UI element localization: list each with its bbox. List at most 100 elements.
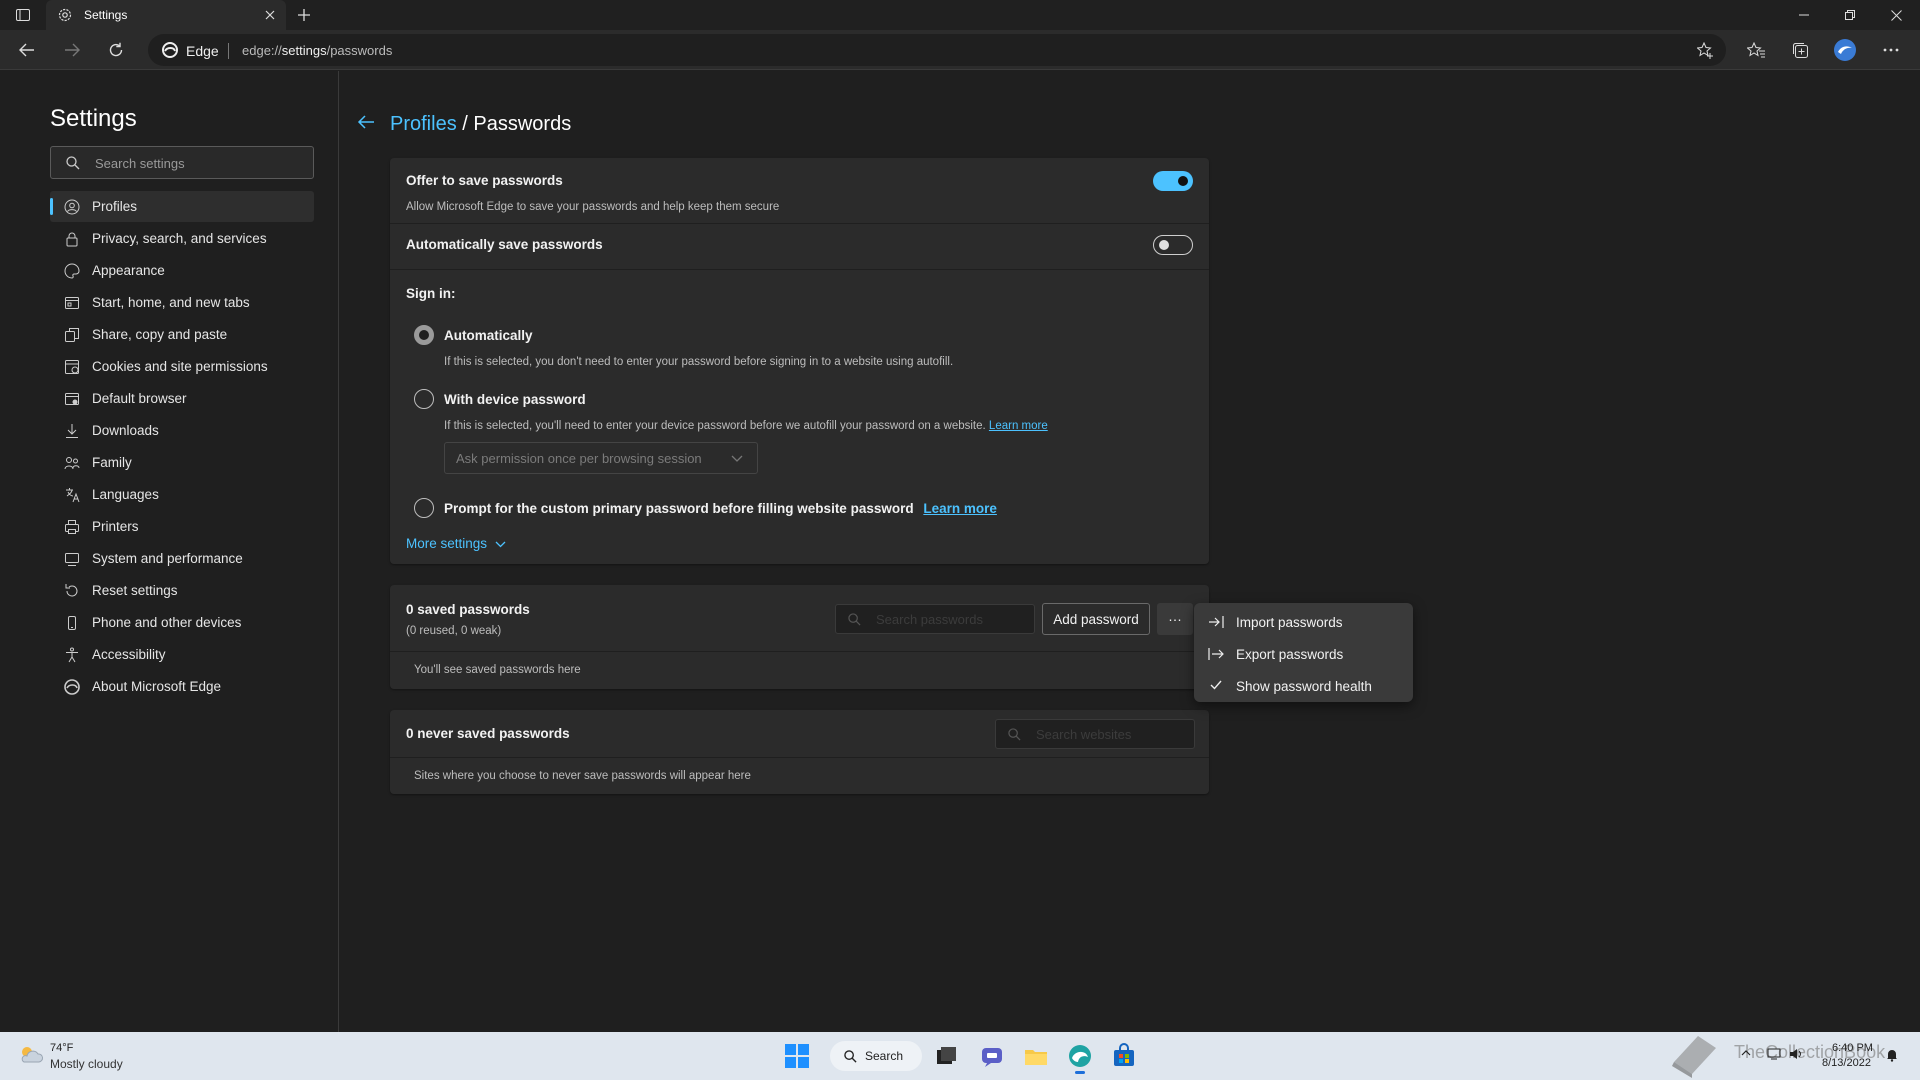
start-button[interactable] xyxy=(784,1043,810,1069)
sidebar-item-system-and-performance[interactable]: System and performance xyxy=(50,543,314,574)
avatar-icon xyxy=(1834,39,1856,61)
sidebar-item-label: Default browser xyxy=(92,391,187,406)
system-icon xyxy=(64,551,80,567)
device-password-dropdown[interactable]: Ask permission once per browsing session xyxy=(444,442,758,474)
menu-item-import-passwords[interactable]: Import passwords xyxy=(1194,607,1413,637)
saved-passwords-title: 0 saved passwords xyxy=(406,602,530,617)
minimize-button[interactable] xyxy=(1792,8,1816,22)
breadcrumb-profiles-link[interactable]: Profiles xyxy=(390,113,457,135)
custom-learn-more-link[interactable]: Learn more xyxy=(923,501,997,516)
favorites-button[interactable] xyxy=(1745,40,1767,60)
search-icon xyxy=(844,1050,857,1063)
tab-settings[interactable]: Settings xyxy=(46,0,286,30)
close-tab-icon[interactable] xyxy=(264,9,276,21)
breadcrumb-separator: / xyxy=(462,113,468,135)
search-websites-input[interactable]: Search websites xyxy=(995,719,1195,749)
menu-item-label: Export passwords xyxy=(1236,647,1344,662)
share-icon xyxy=(64,327,80,343)
close-window-button[interactable] xyxy=(1884,8,1908,22)
restore-button[interactable] xyxy=(1838,8,1862,22)
search-settings-input[interactable]: Search settings xyxy=(50,146,314,179)
sidebar-item-label: Printers xyxy=(92,519,139,534)
sidebar-item-appearance[interactable]: Appearance xyxy=(50,255,314,286)
sidebar-item-printers[interactable]: Printers xyxy=(50,511,314,542)
auto-save-toggle[interactable] xyxy=(1153,235,1193,255)
task-view-button[interactable] xyxy=(933,1043,959,1069)
home-tabs-icon xyxy=(64,295,80,311)
new-tab-button[interactable] xyxy=(296,7,312,23)
never-saved-empty-text: Sites where you choose to never save pas… xyxy=(414,770,751,782)
menu-item-label: Import passwords xyxy=(1236,615,1343,630)
teams-chat-button[interactable] xyxy=(979,1043,1005,1069)
sidebar-item-accessibility[interactable]: Accessibility xyxy=(50,639,314,670)
menu-item-show-password-health[interactable]: Show password health xyxy=(1194,671,1413,701)
settings-more-button[interactable] xyxy=(1880,40,1902,60)
sidebar-item-start-home-and-new-tabs[interactable]: Start, home, and new tabs xyxy=(50,287,314,318)
more-icon xyxy=(1883,48,1899,52)
search-settings-placeholder: Search settings xyxy=(95,156,185,171)
back-to-profiles-button[interactable] xyxy=(357,114,375,130)
sidebar-item-cookies-and-site-permissions[interactable]: Cookies and site permissions xyxy=(50,351,314,382)
browser-icon xyxy=(64,391,80,407)
saved-passwords-subtitle: (0 reused, 0 weak) xyxy=(406,625,502,637)
import-icon xyxy=(1208,615,1224,629)
search-passwords-input[interactable]: Search passwords xyxy=(835,604,1035,634)
menu-item-export-passwords[interactable]: Export passwords xyxy=(1194,639,1413,669)
sidebar-item-profiles[interactable]: Profiles xyxy=(50,191,314,222)
sidebar-title: Settings xyxy=(50,105,137,132)
restore-icon xyxy=(1845,10,1855,20)
sidebar-item-label: Accessibility xyxy=(92,647,166,662)
sidebar-item-family[interactable]: Family xyxy=(50,447,314,478)
custom-primary-password-title: Prompt for the custom primary password b… xyxy=(444,501,997,516)
sidebar-item-downloads[interactable]: Downloads xyxy=(50,415,314,446)
network-icon[interactable] xyxy=(1767,1048,1781,1060)
sidebar-item-languages[interactable]: Languages xyxy=(50,479,314,510)
radio-device-password[interactable] xyxy=(414,389,434,409)
tab-actions-button[interactable] xyxy=(12,6,34,24)
sidebar-item-share-copy-and-paste[interactable]: Share, copy and paste xyxy=(50,319,314,350)
sidebar-item-phone-and-other-devices[interactable]: Phone and other devices xyxy=(50,607,314,638)
windows-logo-icon xyxy=(785,1044,809,1068)
sidebar-item-reset-settings[interactable]: Reset settings xyxy=(50,575,314,606)
sidebar-item-privacy-search-and-services[interactable]: Privacy, search, and services xyxy=(50,223,314,254)
add-favorite-icon[interactable] xyxy=(1696,41,1714,59)
store-icon xyxy=(1114,1043,1134,1066)
passwords-context-menu: Import passwords Export passwords Show p… xyxy=(1194,603,1413,702)
offer-to-save-toggle[interactable] xyxy=(1153,171,1193,191)
automatically-title: Automatically xyxy=(444,328,533,343)
volume-icon[interactable] xyxy=(1789,1048,1803,1060)
url-path: /passwords xyxy=(326,43,393,58)
more-settings-link[interactable]: More settings xyxy=(406,536,506,551)
add-password-button[interactable]: Add password xyxy=(1042,603,1150,635)
collections-button[interactable] xyxy=(1789,40,1811,60)
sidebar-item-default-browser[interactable]: Default browser xyxy=(50,383,314,414)
forward-button[interactable] xyxy=(61,40,83,60)
offer-to-save-title: Offer to save passwords xyxy=(406,173,563,188)
folder-icon xyxy=(1025,1050,1047,1065)
back-arrow-icon xyxy=(19,43,34,57)
radio-custom-primary-password[interactable] xyxy=(414,498,434,518)
device-learn-more-link[interactable]: Learn more xyxy=(989,420,1048,432)
saved-passwords-more-button[interactable]: ··· xyxy=(1157,603,1193,635)
more-settings-label: More settings xyxy=(406,536,488,551)
chevron-up-icon[interactable] xyxy=(1741,1050,1751,1056)
sidebar-item-about-microsoft-edge[interactable]: About Microsoft Edge xyxy=(50,671,314,702)
device-password-description: If this is selected, you'll need to ente… xyxy=(444,420,1048,432)
radio-automatically[interactable] xyxy=(414,325,434,345)
address-bar[interactable]: Edge edge://settings/passwords xyxy=(148,34,1726,66)
chevron-down-icon xyxy=(731,455,743,463)
profile-avatar-button[interactable] xyxy=(1833,38,1857,62)
edge-icon xyxy=(64,679,80,695)
page-title: Passwords xyxy=(473,113,572,135)
file-explorer-button[interactable] xyxy=(1023,1043,1049,1069)
notification-icon[interactable] xyxy=(1885,1048,1899,1062)
edge-taskbar-button[interactable] xyxy=(1067,1043,1093,1074)
reset-icon xyxy=(64,583,80,599)
taskbar-search-label: Search xyxy=(865,1049,904,1063)
windows-taskbar xyxy=(0,1032,1920,1080)
refresh-button[interactable] xyxy=(105,40,127,60)
back-button[interactable] xyxy=(16,40,38,60)
taskbar-search-button[interactable]: Search xyxy=(830,1041,922,1071)
store-button[interactable] xyxy=(1111,1043,1137,1069)
accessibility-icon xyxy=(64,647,80,663)
